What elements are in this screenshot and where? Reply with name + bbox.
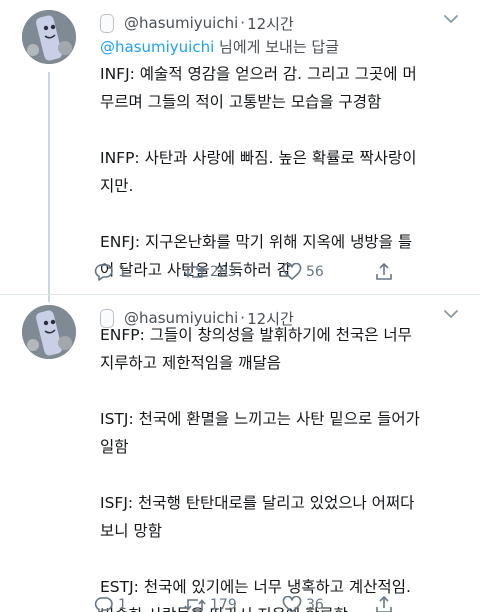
chevron-down-icon[interactable]: [444, 309, 458, 319]
text-line: ENFJ: 지구온난화를 막기 위해 지옥에 냉방을 틀: [100, 233, 413, 251]
reply-mention-link[interactable]: @hasumiyuichi: [100, 38, 214, 56]
avatar[interactable]: [22, 305, 76, 359]
like-count: 36: [306, 597, 324, 612]
tweet-text: INFJ: 예술적 영감을 얻으러 감. 그리고 그곳에 머 무르며 그들의 적…: [100, 60, 472, 284]
avatar[interactable]: [22, 10, 76, 64]
retweet-button[interactable]: 283: [184, 263, 282, 281]
retweet-button[interactable]: 179: [184, 596, 282, 612]
timestamp[interactable]: 12시간: [247, 13, 294, 34]
share-icon: [376, 263, 392, 280]
share-icon: [376, 596, 392, 612]
reply-context: @hasumiyuichi 님에게 보내는 답글: [100, 36, 339, 57]
retweet-count: 283: [210, 264, 237, 280]
user-handle[interactable]: @hasumiyuichi: [124, 14, 238, 32]
heart-icon: [282, 263, 302, 280]
text-line: 일함: [100, 438, 129, 456]
reply-icon: [94, 597, 113, 612]
chevron-down-icon[interactable]: [444, 14, 458, 24]
reply-context-text: 님에게 보내는 답글: [214, 38, 339, 56]
text-line: 지만.: [100, 177, 134, 195]
tweet-actions: 1 283 56: [94, 262, 394, 282]
text-line: 보니 망함: [100, 522, 162, 540]
reply-button[interactable]: 1: [94, 263, 184, 281]
tweet-text: ENFP: 그들이 창의성을 발휘하기에 천국은 너무 지루하고 제한적임을 깨…: [100, 321, 472, 612]
separator-dot: ·: [240, 14, 246, 32]
text-line: ISTJ: 천국에 환멸을 느끼고는 사탄 밑으로 들어가: [100, 410, 420, 428]
tweet[interactable]: @hasumiyuichi · 12시간 @hasumiyuichi 님에게 보…: [0, 0, 480, 302]
text-line: 무르며 그들의 적이 고통받는 모습을 구경함: [100, 93, 382, 111]
like-button[interactable]: 56: [282, 263, 374, 281]
text-line: ENFP: 그들이 창의성을 발휘하기에 천국은 너무: [100, 326, 412, 344]
like-button[interactable]: 36: [282, 596, 374, 612]
text-line: ISFJ: 천국행 탄탄대로를 달리고 있었으나 어쩌다: [100, 494, 415, 512]
text-line: INFJ: 예술적 영감을 얻으러 감. 그리고 그곳에 머: [100, 65, 417, 83]
retweet-icon: [184, 266, 206, 278]
tweet-header: @hasumiyuichi · 12시간: [100, 10, 470, 36]
retweet-icon: [184, 599, 206, 611]
tweet[interactable]: @hasumiyuichi · 12시간 ENFP: 그들이 창의성을 발휘하기…: [0, 295, 480, 612]
share-button[interactable]: [374, 595, 394, 612]
like-count: 56: [306, 264, 324, 280]
reply-count: 1: [118, 597, 127, 612]
reply-icon: [94, 264, 113, 281]
thread-line: [48, 72, 50, 302]
tweet-actions: 1 179 36: [94, 595, 394, 612]
retweet-count: 179: [210, 597, 237, 612]
reply-button[interactable]: 1: [94, 596, 184, 612]
text-line: 지루하고 제한적임을 깨달음: [100, 354, 281, 372]
reply-count: 1: [118, 264, 127, 280]
heart-icon: [282, 596, 302, 612]
share-button[interactable]: [374, 262, 394, 282]
emoji-icon: [100, 13, 114, 33]
text-line: INFP: 사탄과 사랑에 빠짐. 높은 확률로 짝사랑이: [100, 149, 417, 167]
